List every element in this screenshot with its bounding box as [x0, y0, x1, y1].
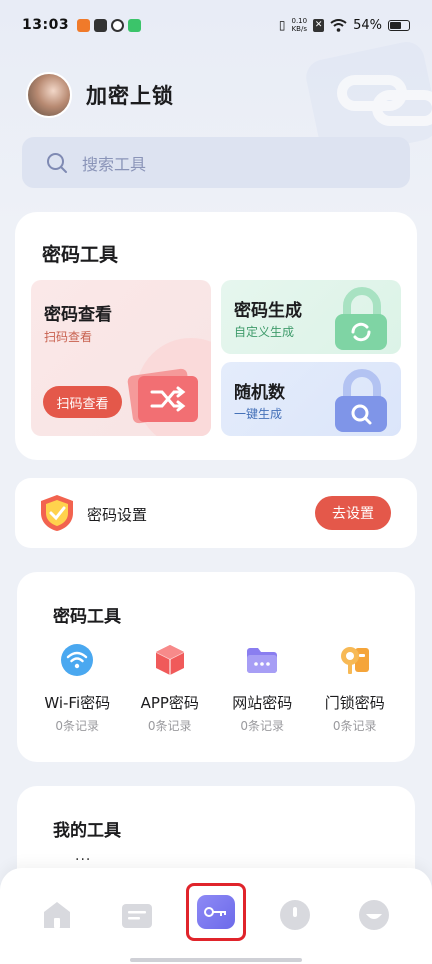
- go-settings-button[interactable]: 去设置: [315, 496, 391, 530]
- search-icon: [47, 152, 67, 173]
- password-settings-card[interactable]: 密码设置 去设置: [15, 478, 417, 548]
- key-icon-box: [197, 895, 235, 929]
- password-generate-tile[interactable]: 密码生成 自定义生成: [221, 280, 401, 354]
- vibrate-icon: ▯: [278, 18, 286, 32]
- battery-icon: [388, 19, 410, 31]
- tool-item-app[interactable]: APP密码 0条记录: [124, 642, 217, 734]
- tool-item-website[interactable]: 网站密码 0条记录: [216, 642, 309, 734]
- cube-icon: [155, 645, 185, 675]
- avatar[interactable]: [26, 72, 72, 118]
- password-generate-subtitle: 自定义生成: [234, 325, 295, 339]
- lock-refresh-icon: [335, 287, 387, 350]
- password-tools-title: 密码工具: [42, 244, 119, 266]
- info-icon[interactable]: [278, 898, 312, 932]
- password-tools-card: 密码工具 密码查看 扫码查看 扫码查看 密码生成 自定义生成 随机数 一键生成: [15, 212, 417, 460]
- password-view-tile[interactable]: 密码查看 扫码查看 扫码查看: [31, 280, 211, 436]
- app-notification-icon: [77, 18, 91, 32]
- my-tools-title: 我的工具: [53, 821, 121, 841]
- password-view-subtitle: 扫码查看: [44, 330, 93, 344]
- battery-percent: 54%: [353, 17, 382, 33]
- tool-count: 0条记录: [147, 719, 192, 733]
- link-notification-icon: [111, 18, 125, 32]
- random-number-tile[interactable]: 随机数 一键生成: [221, 362, 401, 436]
- profile-icon[interactable]: [357, 898, 391, 932]
- tool-label: 网站密码: [232, 694, 293, 712]
- shuffle-folder-icon: [127, 368, 198, 424]
- key-icon: [204, 907, 226, 917]
- net-speed-value: 0.10: [291, 17, 308, 25]
- scan-view-button[interactable]: 扫码查看: [43, 386, 122, 418]
- password-generate-title: 密码生成: [234, 301, 302, 321]
- status-time: 13:03: [22, 17, 70, 33]
- app-header: 加密上锁: [26, 72, 174, 118]
- door-lock-icon: [340, 647, 369, 674]
- bottom-navigation: [0, 868, 432, 964]
- password-tools-grid-card: 密码工具 Wi-Fi密码 0条记录 APP密码 0条记录 网站密码 0条记录 门…: [17, 572, 415, 762]
- sim-icon: ✕: [313, 18, 325, 32]
- tool-label: Wi-Fi密码: [44, 694, 111, 712]
- tool-count: 0条记录: [240, 719, 285, 733]
- tool-count: 0条记录: [332, 719, 377, 733]
- net-speed-unit: KB/s: [291, 25, 307, 33]
- tools-grid: Wi-Fi密码 0条记录 APP密码 0条记录 网站密码 0条记录 门锁密码 0…: [31, 642, 401, 734]
- my-tools-more: ...: [75, 848, 92, 864]
- play-notification-icon: [94, 18, 108, 32]
- status-indicators: ▯ 0.10 KB/s ✕ 54%: [279, 17, 410, 33]
- lock-search-icon: [335, 369, 387, 432]
- tool-label: APP密码: [140, 694, 199, 712]
- folder-icon: [247, 648, 278, 673]
- tool-count: 0条记录: [55, 719, 100, 733]
- random-number-subtitle: 一键生成: [234, 407, 283, 421]
- home-icon[interactable]: [40, 898, 74, 932]
- password-view-title: 密码查看: [44, 305, 112, 325]
- nav-item-password[interactable]: [186, 883, 246, 941]
- tools-grid-title: 密码工具: [53, 607, 121, 627]
- tool-item-wifi[interactable]: Wi-Fi密码 0条记录: [31, 642, 124, 734]
- tool-item-door-lock[interactable]: 门锁密码 0条记录: [309, 642, 402, 734]
- random-number-title: 随机数: [234, 383, 285, 403]
- wifi-icon: [61, 644, 94, 676]
- page-title: 加密上锁: [86, 84, 174, 108]
- grid-notification-icon: [128, 18, 142, 32]
- search-bar[interactable]: 搜索工具: [22, 137, 410, 188]
- home-indicator: [130, 958, 302, 962]
- search-placeholder: 搜索工具: [82, 154, 147, 174]
- list-icon[interactable]: [120, 898, 154, 932]
- status-bar: 13:03 ▯ 0.10 KB/s ✕ 54%: [0, 0, 432, 50]
- shield-icon: [41, 495, 73, 531]
- password-settings-label: 密码设置: [87, 506, 148, 524]
- wifi-status-icon: [330, 18, 347, 32]
- network-speed: 0.10 KB/s: [292, 17, 308, 33]
- status-notification-icons: [77, 18, 142, 32]
- tool-label: 门锁密码: [324, 694, 385, 712]
